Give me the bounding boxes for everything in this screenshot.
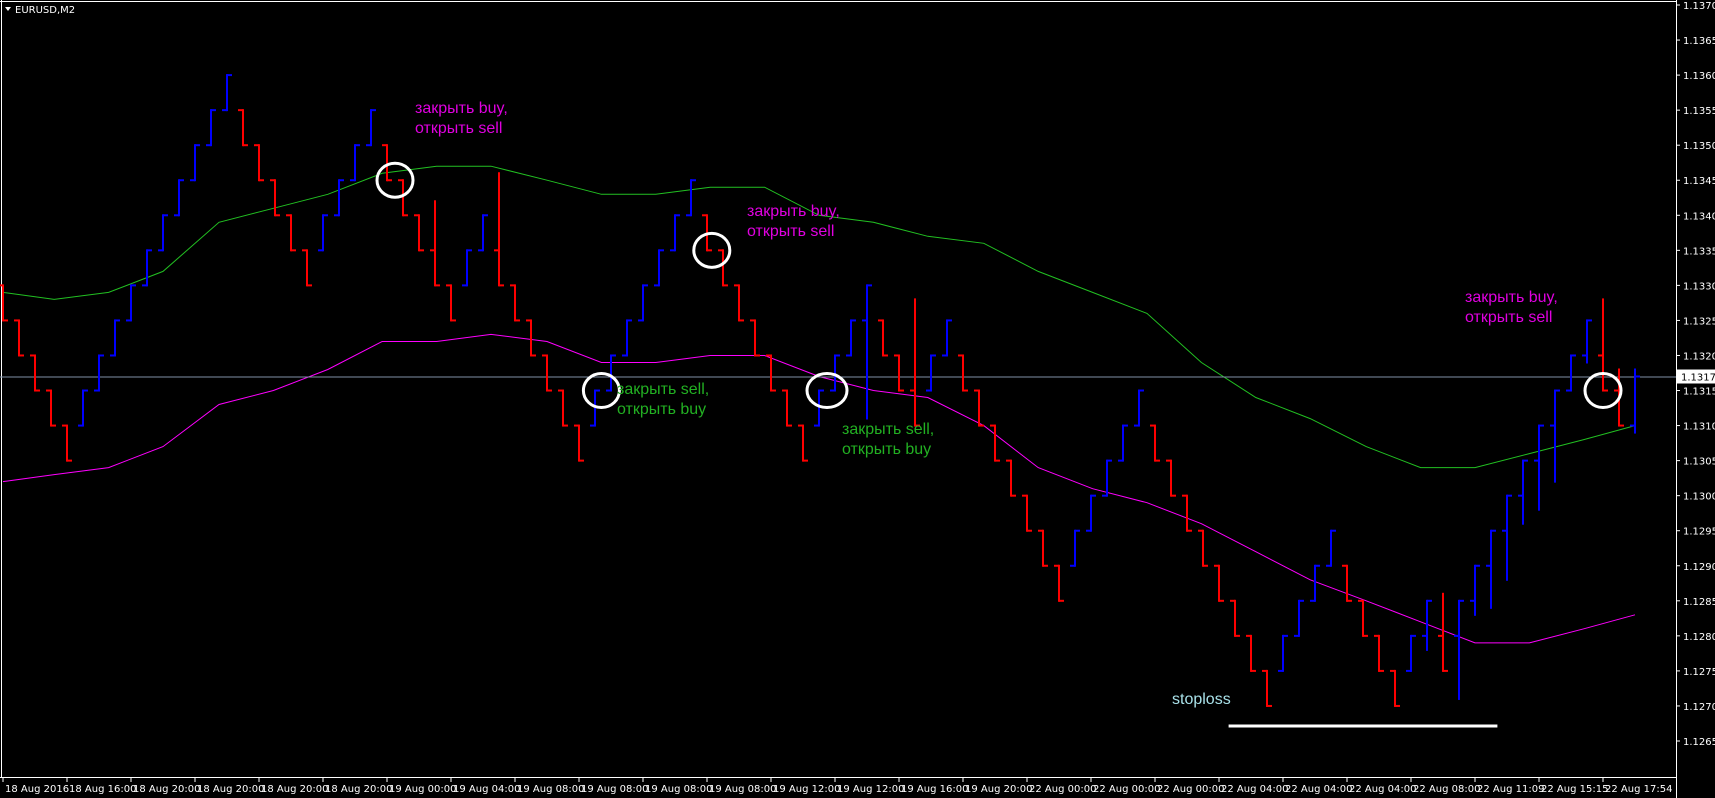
time-tick-label: 22 Aug 04:00 (1349, 784, 1416, 795)
time-tick-label: 19 Aug 04:00 (453, 784, 520, 795)
price-tick-label: 1.1360 (1683, 71, 1715, 82)
time-tick-label: 22 Aug 11:09 (1477, 784, 1544, 795)
time-tick-label: 19 Aug 08:00 (581, 784, 648, 795)
signal-note-line: открыть buy (617, 401, 706, 418)
price-tick-label: 1.1300 (1683, 492, 1715, 503)
price-tick-label: 1.1275 (1683, 667, 1715, 678)
price-tick-label: 1.1295 (1683, 527, 1715, 538)
time-tick-label: 18 Aug 2016 (5, 784, 69, 795)
price-tick-label: 1.1285 (1683, 597, 1715, 608)
time-tick-label: 22 Aug 04:00 (1285, 784, 1352, 795)
time-tick-label: 18 Aug 20:00 (261, 784, 328, 795)
time-tick-label: 22 Aug 04:00 (1221, 784, 1288, 795)
signal-note-line: закрыть sell, (842, 421, 934, 438)
time-tick-label: 18 Aug 20:00 (197, 784, 264, 795)
chart-background (0, 0, 1715, 798)
signal-note-line: закрыть buy, (747, 203, 840, 220)
price-tick-label: 1.1315 (1683, 387, 1715, 398)
price-tick-label: 1.1290 (1683, 562, 1715, 573)
signal-note-line: открыть sell (747, 223, 834, 240)
time-tick-label: 19 Aug 08:00 (645, 784, 712, 795)
time-tick-label: 18 Aug 20:00 (133, 784, 200, 795)
time-tick-label: 22 Aug 00:00 (1157, 784, 1224, 795)
chart-title[interactable]: EURUSD,M2 (5, 5, 75, 16)
time-tick-label: 19 Aug 12:00 (837, 784, 904, 795)
price-tick-label: 1.1270 (1683, 702, 1715, 713)
time-tick-label: 19 Aug 08:00 (709, 784, 776, 795)
price-tick-label: 1.1335 (1683, 246, 1715, 257)
time-tick-label: 19 Aug 00:00 (389, 784, 456, 795)
time-tick-label: 22 Aug 17:54 (1605, 784, 1672, 795)
time-tick-label: 19 Aug 16:00 (901, 784, 968, 795)
price-tick-label: 1.1310 (1683, 422, 1715, 433)
time-tick-label: 22 Aug 00:00 (1093, 784, 1160, 795)
price-tick-label: 1.1305 (1683, 457, 1715, 468)
signal-note-line: открыть sell (415, 120, 502, 137)
price-tick-label: 1.1345 (1683, 176, 1715, 187)
price-tick-label: 1.1365 (1683, 36, 1715, 47)
price-tick-label: 1.1355 (1683, 106, 1715, 117)
time-tick-label: 19 Aug 08:00 (517, 784, 584, 795)
signal-note-line: открыть buy (842, 441, 931, 458)
price-tick-label: 1.1340 (1683, 211, 1715, 222)
price-tick-label: 1.1265 (1683, 737, 1715, 748)
time-tick-label: 18 Aug 16:00 (69, 784, 136, 795)
time-tick-label: 19 Aug 20:00 (965, 784, 1032, 795)
price-tick-label: 1.1330 (1683, 281, 1715, 292)
time-tick-label: 18 Aug 20:00 (325, 784, 392, 795)
price-tick-label: 1.1280 (1683, 632, 1715, 643)
signal-note-line: открыть sell (1465, 309, 1552, 326)
stoploss-label: stoploss (1172, 691, 1231, 708)
time-tick-label: 22 Aug 00:00 (1029, 784, 1096, 795)
signal-note-line: закрыть buy, (1465, 289, 1558, 306)
price-chart[interactable]: закрыть buy, открыть sell закрыть buy, откр… (0, 0, 1715, 798)
time-tick-label: 22 Aug 08:00 (1413, 784, 1480, 795)
symbol-title: EURUSD,M2 (15, 5, 75, 16)
price-tick-label: 1.1320 (1683, 351, 1715, 362)
time-tick-label: 19 Aug 12:00 (773, 784, 840, 795)
time-tick-label: 22 Aug 15:15 (1541, 784, 1608, 795)
signal-note-line: закрыть buy, (415, 100, 508, 117)
price-tick-label: 1.1350 (1683, 141, 1715, 152)
current-price-label: 1.1317 (1681, 373, 1715, 384)
price-tick-label: 1.1370 (1683, 1, 1715, 12)
signal-note-line: закрыть sell, (617, 381, 709, 398)
price-tick-label: 1.1325 (1683, 316, 1715, 327)
